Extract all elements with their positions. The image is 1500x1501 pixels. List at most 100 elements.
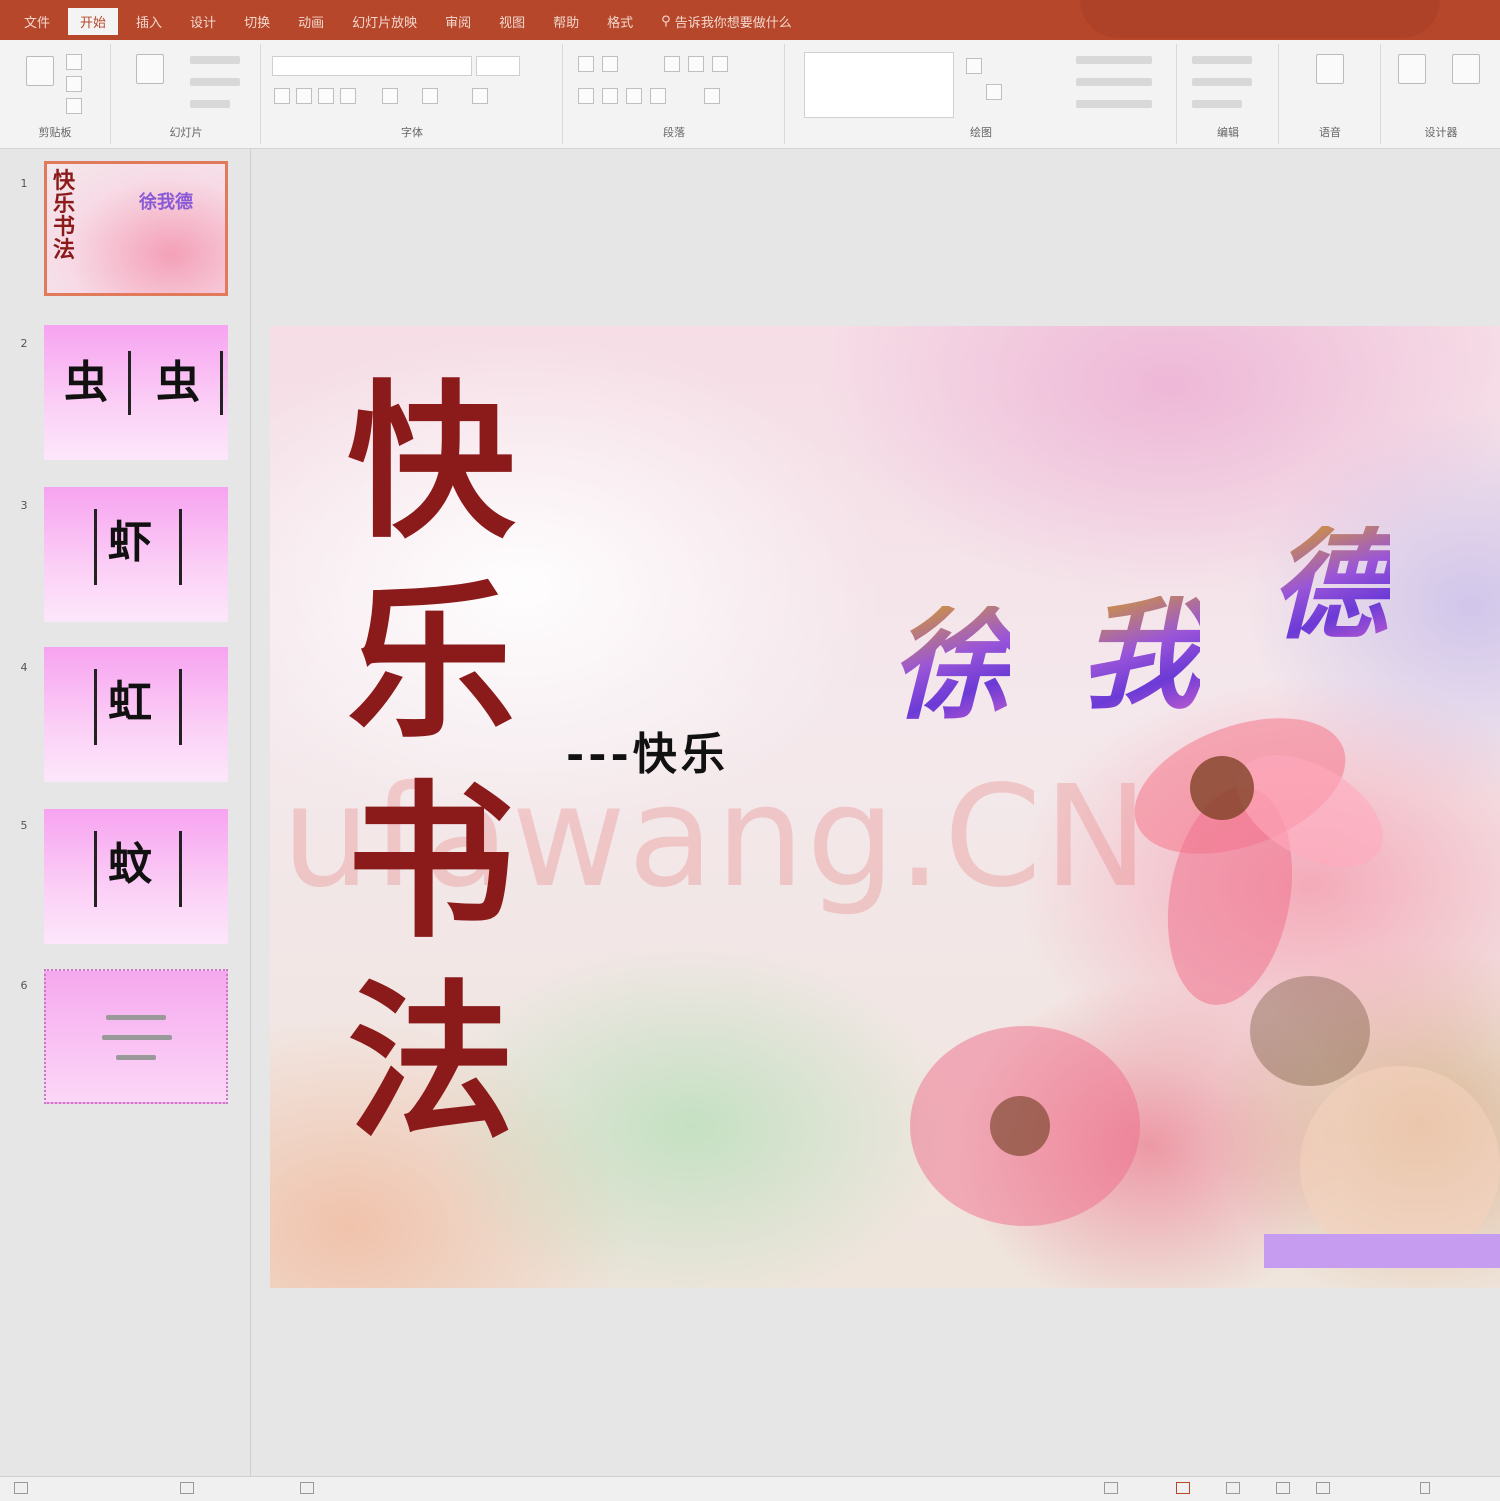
group-label-voice: 语音 [1319, 126, 1341, 139]
slideshow-icon[interactable] [1316, 1482, 1330, 1494]
flower-shadow [1250, 976, 1370, 1086]
align-center-icon[interactable] [602, 88, 618, 104]
spellcheck-icon[interactable] [180, 1482, 194, 1494]
title-char: 书 [347, 763, 515, 961]
find-button[interactable] [1192, 56, 1252, 64]
slide-thumbnail-pane: 1 快乐书法 徐我德 2 虫 虫 3 虾 4 虹 5 蚊 6 [0, 149, 251, 1476]
group-editing: 编辑 [1178, 44, 1279, 144]
ribbon: 剪贴板 幻灯片 字体 段落 绘图 编辑 语音 设计器 [0, 40, 1500, 149]
wordart-char: 德 [1270, 515, 1390, 656]
slide-thumbnail-5[interactable]: 蚊 [44, 809, 228, 944]
group-label-designer: 设计器 [1424, 126, 1458, 139]
slide-canvas[interactable]: Shufawang.CN 快 乐 书 法 ---快乐 徐 我 德 [270, 326, 1500, 1288]
italic-icon[interactable] [296, 88, 312, 104]
group-drawing: 绘图 [786, 44, 1177, 144]
slide-number: 5 [20, 819, 28, 832]
design-ideas-icon[interactable] [1452, 54, 1480, 84]
notes-icon[interactable] [1104, 1482, 1118, 1494]
lightbulb-icon: ⚲ [661, 13, 671, 29]
slide-thumbnail-4[interactable]: 虹 [44, 647, 228, 782]
shape-outline-button[interactable] [1076, 78, 1152, 86]
status-bar [0, 1476, 1500, 1501]
slide-thumbnail-3[interactable]: 虾 [44, 487, 228, 622]
arrange-icon[interactable] [966, 58, 982, 74]
decrease-indent-icon[interactable] [664, 56, 680, 72]
author-wordart[interactable]: 徐 我 德 [890, 506, 1410, 806]
new-slide-icon[interactable] [136, 54, 164, 84]
thumb-title-text: 快乐书法 [53, 168, 76, 264]
group-label-clipboard: 剪贴板 [38, 126, 72, 139]
copy-icon[interactable] [66, 76, 82, 92]
thumb-author-text: 徐我德 [139, 192, 193, 213]
slide-thumbnail-2[interactable]: 虫 虫 [44, 325, 228, 460]
layout-button[interactable] [190, 56, 240, 64]
title-char: 法 [347, 963, 515, 1161]
slide-title[interactable]: 快 乐 书 法 [326, 378, 536, 1178]
designer-icon[interactable] [1398, 54, 1426, 84]
shapes-gallery[interactable] [804, 52, 954, 118]
thumb-char: 虫 [64, 357, 108, 408]
slide-thumbnail-1[interactable]: 快乐书法 徐我德 [44, 161, 228, 296]
tab-view[interactable]: 视图 [489, 8, 535, 35]
group-label-font: 字体 [401, 126, 423, 139]
thumb-char: 虫 [156, 357, 200, 408]
strikethrough-icon[interactable] [340, 88, 356, 104]
group-label-drawing: 绘图 [970, 126, 992, 139]
line-spacing-icon[interactable] [712, 56, 728, 72]
align-left-icon[interactable] [578, 88, 594, 104]
replace-button[interactable] [1192, 78, 1252, 86]
align-right-icon[interactable] [626, 88, 642, 104]
slide-subtitle[interactable]: ---快乐 [566, 718, 729, 782]
select-button[interactable] [1192, 100, 1242, 108]
cut-icon[interactable] [66, 54, 82, 70]
font-size-field[interactable] [476, 56, 520, 76]
tab-home[interactable]: 开始 [68, 7, 119, 35]
font-name-field[interactable] [272, 56, 472, 76]
flower-center [990, 1096, 1050, 1156]
numbering-icon[interactable] [602, 56, 618, 72]
underline-icon[interactable] [318, 88, 334, 104]
title-bar: 文件 开始 插入 设计 切换 动画 幻灯片放映 审阅 视图 帮助 格式 ⚲ 告诉… [0, 0, 1500, 40]
section-button[interactable] [190, 100, 230, 108]
accessibility-icon[interactable] [300, 1482, 314, 1494]
justify-icon[interactable] [650, 88, 666, 104]
tab-review[interactable]: 审阅 [435, 8, 481, 35]
increase-indent-icon[interactable] [688, 56, 704, 72]
slide-number: 3 [20, 499, 28, 512]
title-char: 乐 [347, 563, 515, 761]
char-spacing-icon[interactable] [382, 88, 398, 104]
tab-insert[interactable]: 插入 [126, 8, 172, 35]
tab-format[interactable]: 格式 [597, 8, 643, 35]
bullets-icon[interactable] [578, 56, 594, 72]
tab-transitions[interactable]: 切换 [234, 8, 280, 35]
thumb-divider [128, 351, 131, 415]
reading-view-icon[interactable] [1276, 1482, 1290, 1494]
dictate-icon[interactable] [1316, 54, 1344, 84]
paste-icon[interactable] [26, 56, 54, 86]
format-painter-icon[interactable] [66, 98, 82, 114]
tab-design[interactable]: 设计 [180, 8, 226, 35]
shape-fill-button[interactable] [1076, 56, 1152, 64]
slide-number: 1 [20, 177, 28, 190]
thumb-char: 蚊 [108, 839, 152, 890]
normal-view-icon[interactable] [1176, 1482, 1190, 1494]
text-direction-icon[interactable] [704, 88, 720, 104]
accent-bar-shape[interactable] [1264, 1234, 1500, 1268]
tab-file[interactable]: 文件 [14, 8, 60, 35]
tab-slideshow[interactable]: 幻灯片放映 [342, 8, 427, 35]
slide-counter-icon [14, 1482, 28, 1494]
group-designer: 设计器 [1382, 44, 1500, 144]
tab-help[interactable]: 帮助 [543, 8, 589, 35]
tell-me-search[interactable]: ⚲ 告诉我你想要做什么 [651, 8, 802, 35]
reset-button[interactable] [190, 78, 240, 86]
clear-format-icon[interactable] [472, 88, 488, 104]
slide-thumbnail-6[interactable] [44, 969, 228, 1104]
wordart-char: 徐 [890, 595, 1010, 736]
bold-icon[interactable] [274, 88, 290, 104]
tab-animations[interactable]: 动画 [288, 8, 334, 35]
zoom-slider-thumb[interactable] [1420, 1482, 1430, 1494]
font-color-icon[interactable] [422, 88, 438, 104]
quick-styles-icon[interactable] [986, 84, 1002, 100]
shape-effects-button[interactable] [1076, 100, 1152, 108]
slide-sorter-icon[interactable] [1226, 1482, 1240, 1494]
